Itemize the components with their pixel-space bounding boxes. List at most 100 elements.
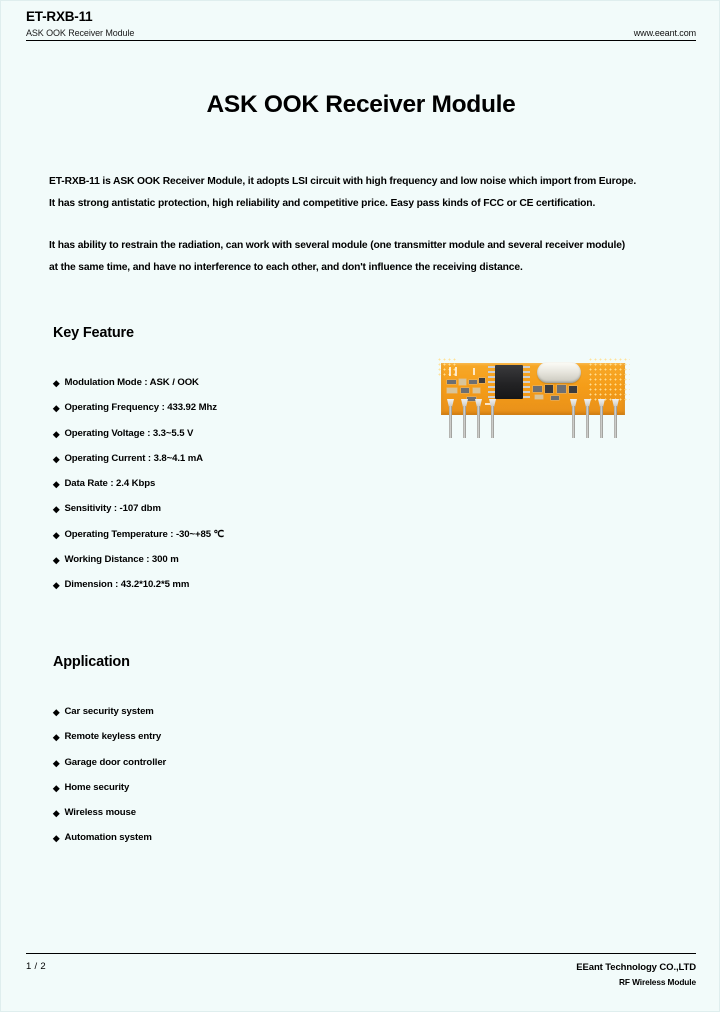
header-divider: [26, 40, 696, 41]
application-list: ◆ Car security system ◆ Remote keyless e…: [53, 706, 166, 858]
list-item-label: Home security: [64, 781, 130, 793]
smd-component: [557, 385, 566, 393]
header-subtitle: ASK OOK Receiver Module: [26, 28, 135, 38]
paragraph-line: It has strong antistatic protection, hig…: [49, 198, 596, 209]
list-item-label: Wireless mouse: [64, 807, 137, 819]
smd-component: [467, 397, 476, 401]
list-item: ◆ Home security: [53, 782, 166, 807]
paragraph-line: ET-RXB-11 is ASK OOK Receiver Module, it…: [49, 176, 637, 187]
pin-leg: [572, 406, 575, 438]
smd-component: [535, 395, 543, 399]
page-footer: 1 / 2 EEant Technology CO.,LTD RF Wirele…: [26, 961, 696, 989]
paragraph-line: It has ability to restrain the radiation…: [49, 240, 626, 251]
diamond-bullet-icon: ◆: [53, 555, 60, 566]
pin-leg: [614, 406, 617, 438]
smd-component: [469, 380, 477, 384]
pcb-silkscreen-mark: [449, 367, 451, 376]
list-item: ◆ Operating Frequency : 433.92 Mhz: [53, 402, 224, 427]
list-item-label: Sensitivity : -107 dbm: [64, 503, 161, 515]
list-item-label: Car security system: [64, 706, 154, 717]
diamond-bullet-icon: ◆: [53, 403, 60, 414]
footer-divider: [26, 953, 696, 954]
smd-component: [447, 388, 457, 393]
integrated-circuit-icon: [495, 365, 523, 399]
list-item-label: Operating Frequency : 433.92 Mhz: [64, 402, 217, 414]
application-heading: Application: [53, 654, 130, 670]
diamond-bullet-icon: ◆: [53, 479, 60, 490]
diamond-bullet-icon: ◆: [53, 732, 60, 743]
pin-leg: [477, 406, 480, 438]
smd-component: [447, 380, 456, 384]
diamond-bullet-icon: ◆: [53, 833, 60, 844]
pcb-silkscreen-mark: [473, 368, 475, 375]
key-feature-heading: Key Feature: [53, 325, 134, 341]
page-header: ET-RXB-11 ASK OOK Receiver Module www.ee…: [26, 9, 696, 41]
intro-paragraph-2: It has ability to restrain the radiation…: [49, 235, 679, 279]
pcb-silkscreen-mark: [455, 367, 457, 376]
company-name: EEant Technology CO.,LTD: [576, 962, 696, 973]
list-item-label: Automation system: [64, 832, 152, 844]
diamond-bullet-icon: ◆: [53, 453, 60, 464]
list-item-label: Working Distance : 300 m: [64, 554, 179, 566]
diamond-bullet-icon: ◆: [53, 378, 60, 388]
smd-component: [569, 386, 577, 393]
page-title: ASK OOK Receiver Module: [206, 91, 516, 118]
pin-leg: [463, 406, 466, 438]
intro-section: ET-RXB-11 is ASK OOK Receiver Module, it…: [49, 171, 679, 299]
crystal-oscillator-icon: [537, 362, 581, 383]
footer-company-block: EEant Technology CO.,LTD RF Wireless Mod…: [576, 961, 696, 989]
diamond-bullet-icon: ◆: [53, 757, 60, 768]
ic-pin-row-right: [523, 366, 530, 398]
smd-component: [551, 396, 559, 400]
ic-pin-row-left: [488, 366, 495, 398]
pcb-via-grid-right: [588, 357, 630, 401]
list-item: ◆ Data Rate : 2.4 Kbps: [53, 478, 224, 503]
diamond-bullet-icon: ◆: [53, 707, 60, 717]
list-item: ◆ Working Distance : 300 m: [53, 554, 224, 579]
diamond-bullet-icon: ◆: [53, 782, 60, 793]
list-item: ◆ Automation system: [53, 832, 166, 857]
key-feature-list: ◆ Modulation Mode : ASK / OOK ◆ Operatin…: [53, 377, 224, 605]
pin-leg: [586, 406, 589, 438]
list-item-label: Operating Voltage : 3.3~5.5 V: [64, 427, 194, 439]
diamond-bullet-icon: ◆: [53, 808, 60, 819]
product-photo-stage: [433, 353, 633, 453]
diamond-bullet-icon: ◆: [53, 580, 60, 591]
list-item-label: Garage door controller: [64, 756, 167, 768]
smd-component: [461, 388, 469, 393]
datasheet-page: ET-RXB-11 ASK OOK Receiver Module www.ee…: [0, 0, 720, 1012]
header-part-number: ET-RXB-11: [26, 9, 93, 24]
smd-component: [533, 386, 542, 392]
list-item: ◆ Garage door controller: [53, 757, 166, 782]
list-item-label: Operating Current : 3.8~4.1 mA: [64, 452, 203, 464]
pin-leg: [600, 406, 603, 438]
smd-component: [459, 379, 466, 385]
list-item: ◆ Operating Voltage : 3.3~5.5 V: [53, 428, 224, 453]
intro-paragraph-1: ET-RXB-11 is ASK OOK Receiver Module, it…: [49, 171, 679, 215]
smd-component: [545, 385, 553, 393]
list-item-label: Data Rate : 2.4 Kbps: [64, 478, 156, 490]
list-item: ◆ Car security system: [53, 706, 166, 731]
list-item-label: Dimension : 43.2*10.2*5 mm: [64, 579, 190, 591]
smd-component: [473, 388, 480, 393]
product-photo: [433, 353, 633, 453]
list-item: ◆ Remote keyless entry: [53, 731, 166, 756]
list-item: ◆ Modulation Mode : ASK / OOK: [53, 377, 224, 402]
pcb-via-grid-left: [437, 357, 457, 377]
list-item: ◆ Operating Temperature : -30~+85 ℃: [53, 529, 224, 554]
diamond-bullet-icon: ◆: [53, 504, 60, 515]
list-item: ◆ Wireless mouse: [53, 807, 166, 832]
header-website-url[interactable]: www.eeant.com: [634, 27, 696, 39]
list-item: ◆ Operating Current : 3.8~4.1 mA: [53, 453, 224, 478]
pin-leg: [491, 406, 494, 438]
pin-leg: [449, 406, 452, 438]
paragraph-line: at the same time, and have no interferen…: [49, 262, 523, 273]
smd-component: [479, 378, 485, 383]
page-number: 1 / 2: [26, 961, 46, 972]
diamond-bullet-icon: ◆: [53, 529, 60, 540]
header-subtitle-row: ASK OOK Receiver Module www.eeant.com: [26, 27, 696, 39]
company-tagline: RF Wireless Module: [619, 977, 696, 987]
list-item-label: Remote keyless entry: [64, 731, 162, 743]
list-item: ◆ Dimension : 43.2*10.2*5 mm: [53, 579, 224, 604]
list-item-label: Operating Temperature : -30~+85 ℃: [64, 528, 225, 540]
